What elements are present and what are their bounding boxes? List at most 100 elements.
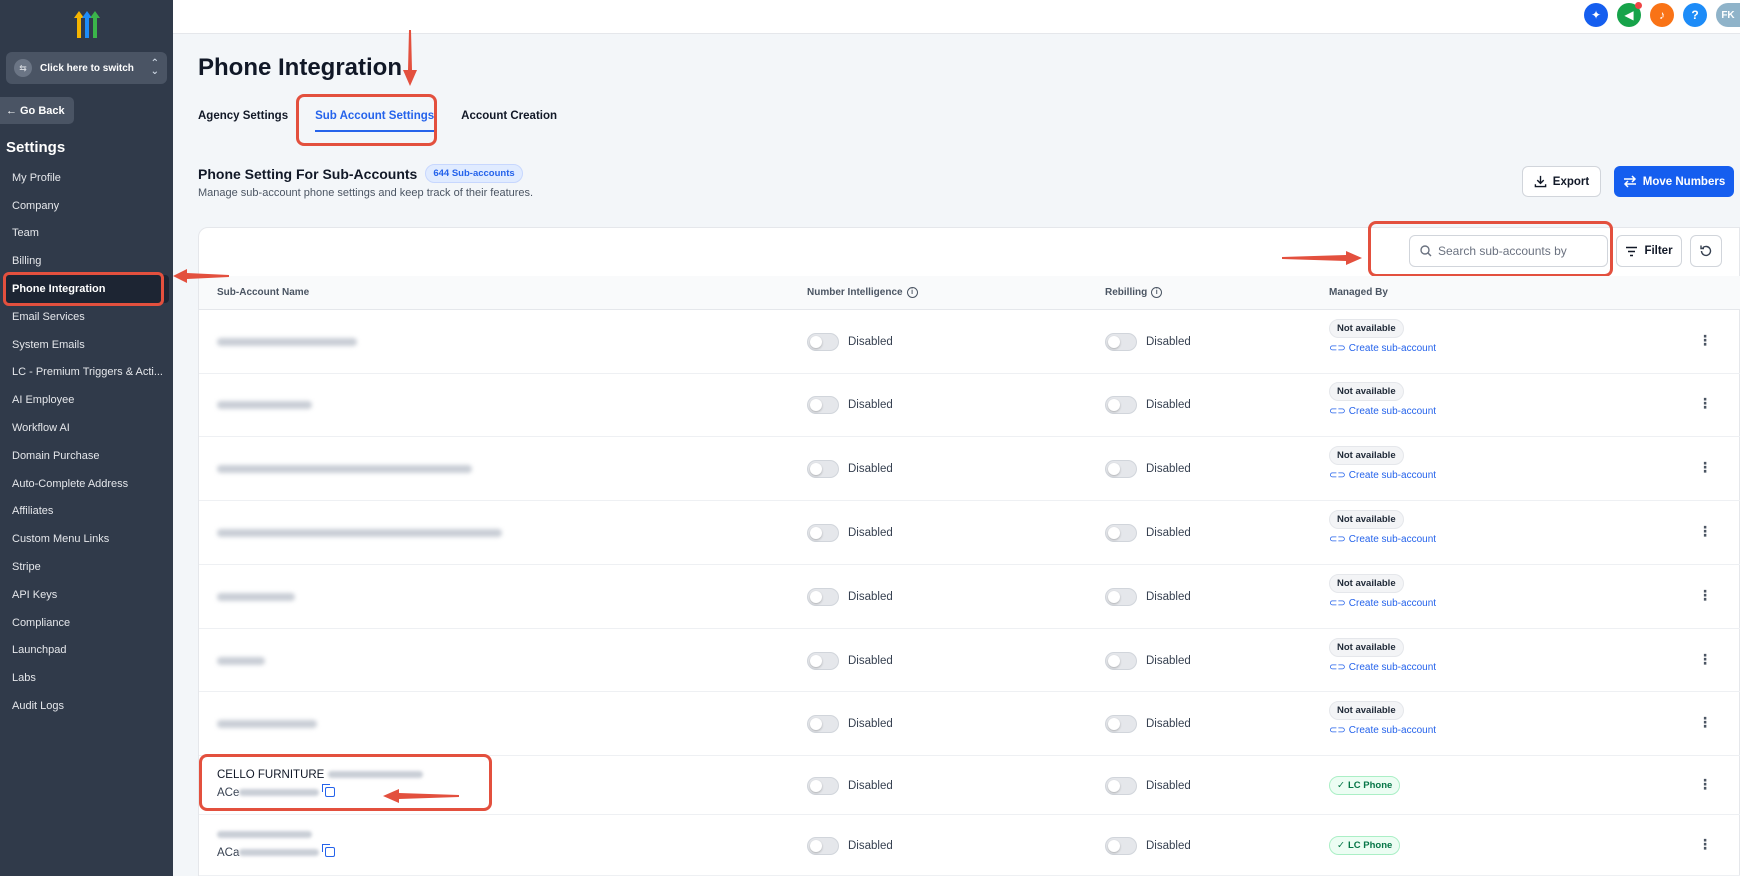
help-icon[interactable]: ? xyxy=(1683,3,1707,27)
row-menu-icon[interactable]: ⋮ xyxy=(1698,587,1712,604)
number-intelligence-toggle[interactable] xyxy=(807,333,839,351)
number-intelligence-toggle[interactable] xyxy=(807,836,839,855)
managed-by-cell: Not available ⊂⊃ Create sub-account xyxy=(1329,382,1436,417)
rebilling-toggle[interactable] xyxy=(1105,836,1137,855)
sidebar-item-launchpad[interactable]: Launchpad xyxy=(0,637,173,665)
create-sub-account-link[interactable]: ⊂⊃ Create sub-account xyxy=(1329,598,1436,609)
user-avatar[interactable]: FK xyxy=(1716,3,1740,27)
sidebar-item-system-emails[interactable]: System Emails xyxy=(0,331,173,359)
filter-button[interactable]: Filter xyxy=(1616,235,1682,267)
toggle-status: Disabled xyxy=(1146,527,1191,539)
sidebar-item-api-keys[interactable]: API Keys xyxy=(0,581,173,609)
sidebar-item-premium-triggers[interactable]: LC - Premium Triggers & Acti... xyxy=(0,359,173,387)
number-intelligence-toggle[interactable] xyxy=(807,715,839,733)
go-back-label: Go Back xyxy=(20,104,65,117)
sidebar-item-company[interactable]: Company xyxy=(0,192,173,220)
row-menu-icon[interactable]: ⋮ xyxy=(1698,651,1712,668)
rebilling-toggle[interactable] xyxy=(1105,715,1137,733)
copy-icon[interactable] xyxy=(322,844,336,858)
rebilling-toggle[interactable] xyxy=(1105,396,1137,414)
sidebar-item-domain-purchase[interactable]: Domain Purchase xyxy=(0,442,173,470)
row-menu-icon[interactable]: ⋮ xyxy=(1698,459,1712,476)
rebilling-toggle[interactable] xyxy=(1105,333,1137,351)
create-link-text: Create sub-account xyxy=(1348,470,1437,481)
annotation-highlight-tab xyxy=(296,94,437,146)
refresh-button[interactable] xyxy=(1690,235,1722,267)
redacted-account-id xyxy=(217,830,312,838)
sidebar-item-compliance[interactable]: Compliance xyxy=(0,609,173,637)
toggle-status: Disabled xyxy=(1146,654,1191,667)
rebilling-toggle[interactable] xyxy=(1105,651,1137,670)
col-header-rebilling-text: Rebilling xyxy=(1105,287,1148,298)
info-icon[interactable]: i xyxy=(906,287,918,298)
col-header-rebilling: Rebilling i xyxy=(1105,287,1163,298)
create-sub-account-link[interactable]: ⊂⊃ Create sub-account xyxy=(1329,470,1436,481)
rebilling-toggle[interactable] xyxy=(1105,588,1137,606)
col-header-name: Sub-Account Name xyxy=(217,287,309,298)
bell-icon[interactable]: ♪ xyxy=(1650,3,1674,27)
table-header: Sub-Account Name Number Intelligence i Re… xyxy=(199,276,1740,310)
managed-by-cell: ✓ LC Phone xyxy=(1329,835,1401,855)
sidebar-item-labs[interactable]: Labs xyxy=(0,664,173,692)
table-row: Disabled Disabled Not available ⊂⊃ Create… xyxy=(199,692,1740,756)
create-sub-account-link[interactable]: ⊂⊃ Create sub-account xyxy=(1329,406,1436,417)
toggle-status: Disabled xyxy=(848,336,893,348)
sidebar-item-affiliates[interactable]: Affiliates xyxy=(0,498,173,526)
rebilling-cell: Disabled xyxy=(1105,776,1191,795)
rebilling-toggle[interactable] xyxy=(1105,776,1137,795)
sidebar-item-workflow-ai[interactable]: Workflow AI xyxy=(0,414,173,442)
sidebar-item-ai-employee[interactable]: AI Employee xyxy=(0,386,173,414)
redacted-account-name xyxy=(217,656,265,665)
sidebar-item-stripe[interactable]: Stripe xyxy=(0,553,173,581)
sidebar-item-auto-complete[interactable]: Auto-Complete Address xyxy=(0,470,173,498)
row-menu-icon[interactable]: ⋮ xyxy=(1698,776,1712,793)
redacted-account-name xyxy=(217,465,472,473)
redacted-account-name xyxy=(217,720,317,728)
create-sub-account-link[interactable]: ⊂⊃ Create sub-account xyxy=(1329,534,1436,545)
row-menu-icon[interactable]: ⋮ xyxy=(1698,714,1712,731)
col-header-managed-text: Managed By xyxy=(1329,287,1388,298)
account-switcher[interactable]: ⇆ Click here to switch ⌃ ⌄ xyxy=(6,52,167,84)
row-menu-icon[interactable]: ⋮ xyxy=(1698,332,1712,349)
row-menu-icon[interactable]: ⋮ xyxy=(1698,836,1712,853)
top-icons: ✦ ◀ ♪ ? FK xyxy=(1584,2,1740,27)
toggle-status: Disabled xyxy=(848,654,893,667)
sidebar-item-email-services[interactable]: Email Services xyxy=(0,303,173,331)
number-intelligence-toggle[interactable] xyxy=(807,396,839,414)
row-menu-icon[interactable]: ⋮ xyxy=(1698,523,1712,540)
tab-agency-settings[interactable]: Agency Settings xyxy=(198,110,288,132)
arrow-left-icon: ← xyxy=(6,104,17,117)
create-sub-account-link[interactable]: ⊂⊃ Create sub-account xyxy=(1329,725,1436,736)
sidebar-item-audit-logs[interactable]: Audit Logs xyxy=(0,692,173,720)
sidebar-item-custom-menu-links[interactable]: Custom Menu Links xyxy=(0,525,173,553)
download-icon xyxy=(1534,175,1547,188)
rebilling-toggle[interactable] xyxy=(1105,460,1137,478)
row-menu-icon[interactable]: ⋮ xyxy=(1698,395,1712,412)
number-intelligence-toggle[interactable] xyxy=(807,460,839,478)
rebilling-cell: Disabled xyxy=(1105,333,1191,351)
toggle-status: Disabled xyxy=(1146,336,1191,348)
move-numbers-button[interactable]: Move Numbers xyxy=(1614,166,1734,197)
link-icon: ⊂⊃ xyxy=(1329,725,1346,736)
announcement-icon[interactable]: ◀ xyxy=(1617,2,1642,27)
toggle-status: Disabled xyxy=(1146,399,1191,411)
go-back-button[interactable]: ← Go Back xyxy=(0,97,74,124)
number-intelligence-toggle[interactable] xyxy=(807,524,839,542)
sidebar-item-team[interactable]: Team xyxy=(0,220,173,248)
switch-icon: ⇆ xyxy=(14,59,32,77)
magic-icon[interactable]: ✦ xyxy=(1584,3,1608,27)
sidebar-item-my-profile[interactable]: My Profile xyxy=(0,164,173,192)
app-logo xyxy=(74,11,100,38)
number-intelligence-toggle[interactable] xyxy=(807,651,839,670)
number-intelligence-toggle[interactable] xyxy=(807,588,839,606)
create-sub-account-link[interactable]: ⊂⊃ Create sub-account xyxy=(1329,343,1436,354)
number-intelligence-toggle[interactable] xyxy=(807,776,839,795)
tab-account-creation[interactable]: Account Creation xyxy=(461,110,557,132)
managed-by-cell: Not available ⊂⊃ Create sub-account xyxy=(1329,574,1436,609)
create-sub-account-link[interactable]: ⊂⊃ Create sub-account xyxy=(1329,662,1436,673)
info-icon[interactable]: i xyxy=(1151,287,1163,298)
number-intelligence-cell: Disabled xyxy=(807,588,893,606)
export-button[interactable]: Export xyxy=(1522,166,1601,197)
rebilling-toggle[interactable] xyxy=(1105,524,1137,542)
link-icon: ⊂⊃ xyxy=(1329,470,1346,481)
